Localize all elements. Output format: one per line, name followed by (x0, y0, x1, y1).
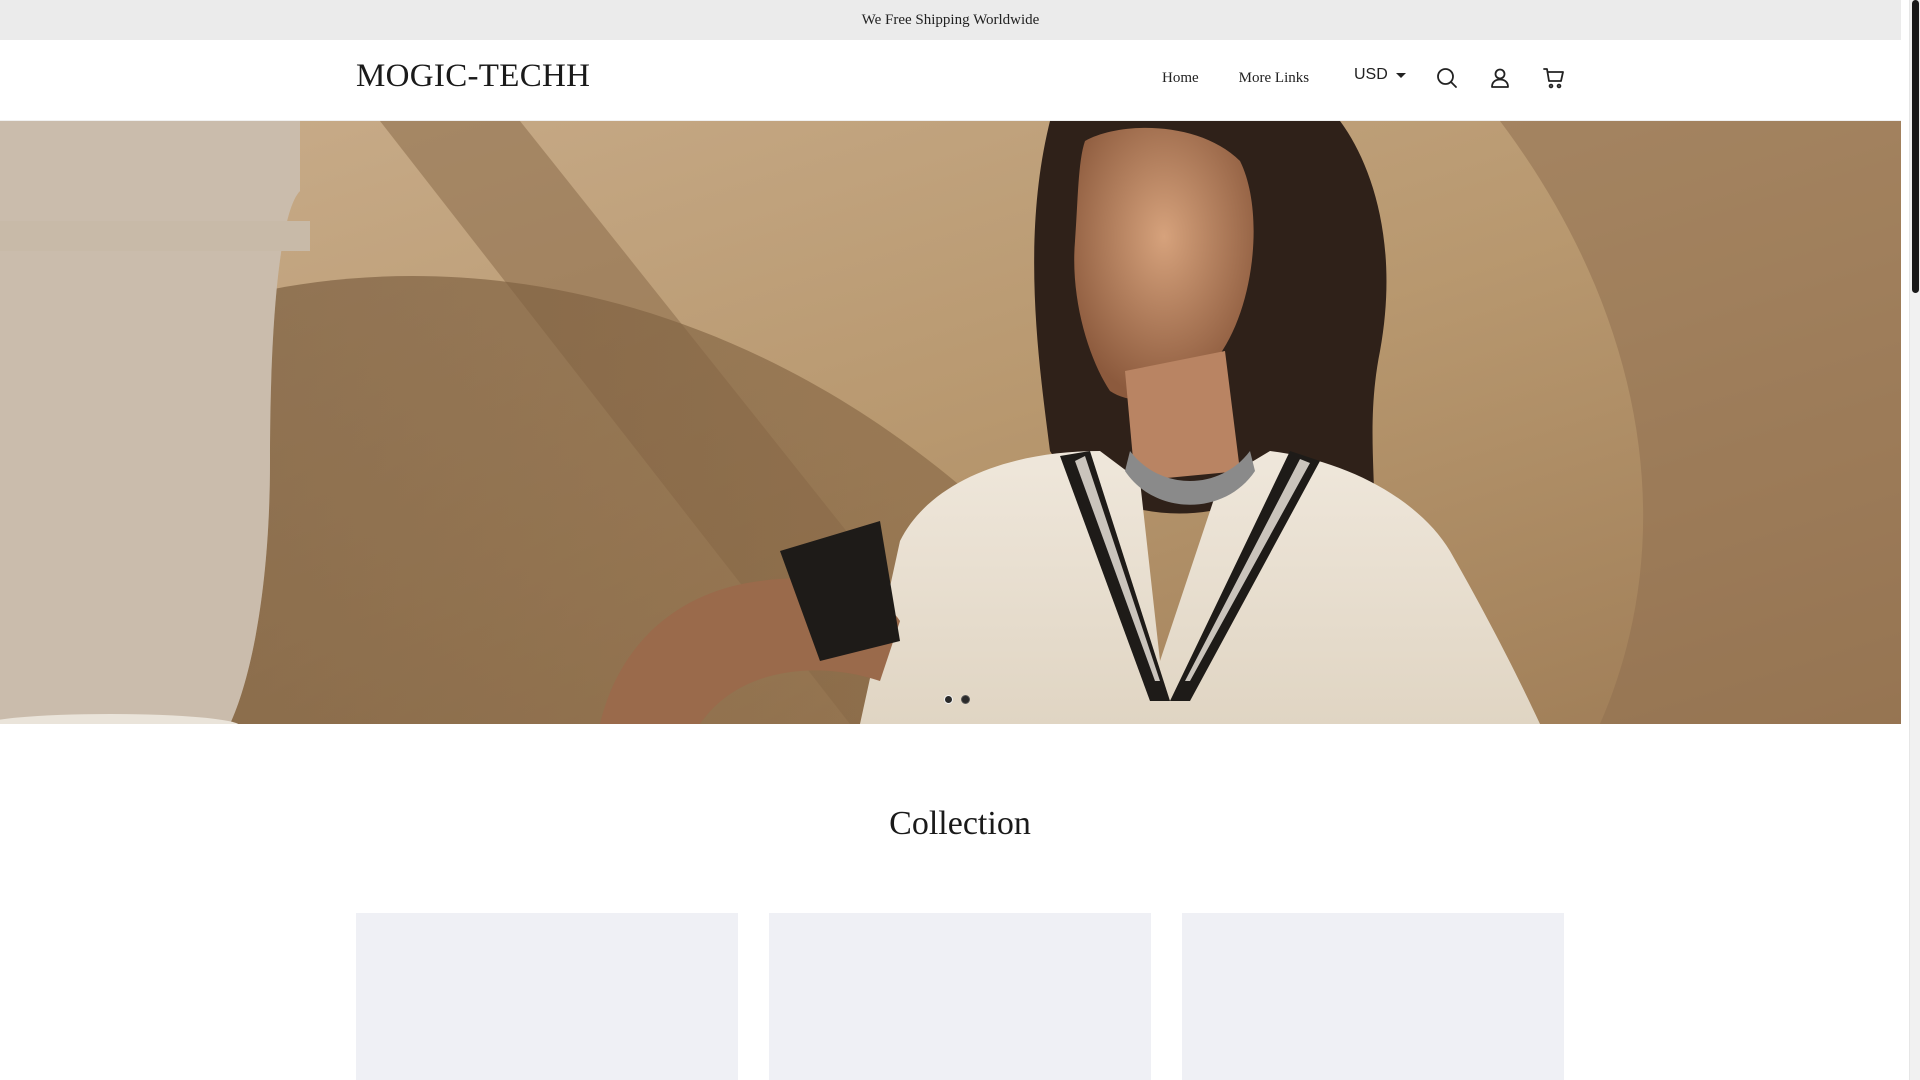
announcement-text: We Free Shipping Worldwide (861, 11, 1040, 28)
page-content: We Free Shipping Worldwide MOGIC-TECHH H… (0, 0, 1901, 1080)
collection-grid (356, 913, 1564, 1080)
scrollbar-thumb[interactable] (1912, 0, 1919, 293)
site-header: MOGIC-TECHH Home More Links USD (0, 40, 1901, 121)
cart-icon[interactable] (1542, 66, 1566, 90)
vertical-scrollbar[interactable] (1909, 0, 1920, 1080)
nav-link-home[interactable]: Home (1162, 70, 1199, 87)
currency-selector[interactable]: USD (1354, 66, 1406, 84)
slider-dot-2[interactable] (961, 695, 970, 704)
collection-card[interactable] (356, 913, 738, 1080)
collection-card[interactable] (1182, 913, 1564, 1080)
account-icon[interactable] (1488, 66, 1512, 90)
hero-banner[interactable] (0, 121, 1901, 724)
collection-card[interactable] (769, 913, 1151, 1080)
slider-pagination (944, 695, 970, 704)
search-icon[interactable] (1435, 66, 1459, 90)
caret-down-icon (1395, 72, 1406, 78)
announcement-bar: We Free Shipping Worldwide (0, 0, 1901, 40)
page: We Free Shipping Worldwide MOGIC-TECHH H… (0, 0, 1920, 1080)
currency-label: USD (1354, 66, 1388, 83)
collection-heading: Collection (889, 805, 1031, 842)
slider-dot-1[interactable] (944, 695, 953, 704)
hero-image (0, 121, 1901, 724)
nav-link-more-links[interactable]: More Links (1239, 70, 1309, 87)
store-logo[interactable]: MOGIC-TECHH (356, 58, 590, 95)
main-nav: Home More Links (1162, 70, 1309, 87)
